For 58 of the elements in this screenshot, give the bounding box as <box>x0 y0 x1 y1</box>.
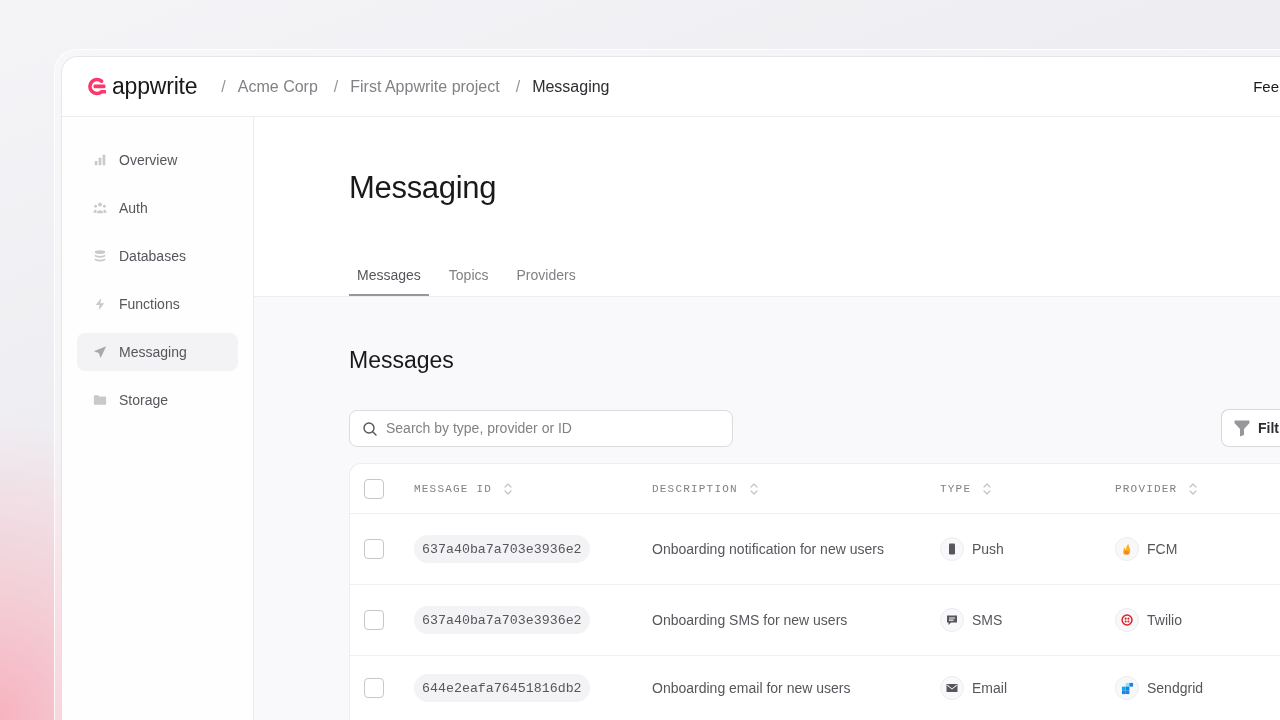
send-icon <box>93 345 107 359</box>
page-title: Messaging <box>349 169 498 207</box>
bolt-icon <box>93 297 107 311</box>
logo-wordmark: appwrite <box>112 73 198 100</box>
checkbox[interactable] <box>364 478 384 499</box>
tab[interactable]: Providers <box>508 256 584 296</box>
provider-text: Sendgrid <box>1147 680 1204 696</box>
folder-icon <box>93 393 107 407</box>
breadcrumb-separator: / <box>333 77 339 96</box>
sort-icon[interactable] <box>504 482 512 495</box>
search-field[interactable]: Search by type, provider or ID <box>349 409 733 447</box>
squares-icon <box>1115 676 1139 700</box>
type-text: Email <box>972 680 1007 696</box>
column-header: TYPE <box>940 482 972 495</box>
dotted-circle-icon <box>1115 608 1139 632</box>
sidebar-item[interactable]: Functions <box>77 285 238 323</box>
sort-icon[interactable] <box>749 482 758 495</box>
description-text: Onboarding email for new users <box>652 680 851 696</box>
message-id: 637a40ba7a703e3936e2 <box>414 535 590 563</box>
funnel-icon <box>1234 419 1250 437</box>
sort-icon[interactable] <box>1189 482 1198 495</box>
sidebar-item[interactable]: Messaging <box>77 333 238 371</box>
sidebar-item[interactable]: Storage <box>77 381 238 419</box>
database-icon <box>93 249 107 263</box>
breadcrumb-separator: / <box>221 77 226 96</box>
checkbox[interactable] <box>364 610 384 630</box>
description-text: Onboarding SMS for new users <box>652 612 848 628</box>
breadcrumb-link[interactable]: First Appwrite project <box>350 77 500 96</box>
checkbox[interactable] <box>364 678 384 698</box>
provider-text: FCM <box>1147 541 1178 557</box>
breadcrumb-link[interactable]: Acme Corp <box>237 77 318 96</box>
chat-icon <box>940 608 964 632</box>
bar-chart-icon <box>93 153 107 167</box>
section-title: Messages <box>349 346 455 374</box>
header-link[interactable]: Fee <box>1253 78 1280 95</box>
column-header: PROVIDER <box>1115 482 1178 495</box>
breadcrumb-link[interactable]: Messaging <box>532 77 610 96</box>
filter-button[interactable]: Filt <box>1221 409 1280 447</box>
users-icon <box>93 201 107 215</box>
breadcrumb-separator: / <box>515 77 521 96</box>
message-id: 644e2eafa76451816db2 <box>414 674 590 702</box>
sort-icon[interactable] <box>983 482 992 495</box>
sidebar-item[interactable]: Overview <box>77 141 238 179</box>
column-header: DESCRIPTION <box>652 482 738 495</box>
description-text: Onboarding notification for new users <box>652 541 884 557</box>
phone-icon <box>940 537 964 561</box>
message-id: 637a40ba7a703e3936e2 <box>414 606 590 634</box>
envelope-icon <box>940 676 964 700</box>
checkbox[interactable] <box>364 539 384 559</box>
type-text: Push <box>972 541 1004 557</box>
search-icon <box>363 421 377 436</box>
flame-icon <box>1115 537 1139 561</box>
column-header: MESSAGE ID <box>414 482 492 495</box>
provider-text: Twilio <box>1147 612 1182 628</box>
type-text: SMS <box>972 612 1003 628</box>
sidebar-item[interactable]: Auth <box>77 189 238 227</box>
sidebar-item[interactable]: Databases <box>77 237 238 275</box>
tab[interactable]: Topics <box>440 256 497 296</box>
